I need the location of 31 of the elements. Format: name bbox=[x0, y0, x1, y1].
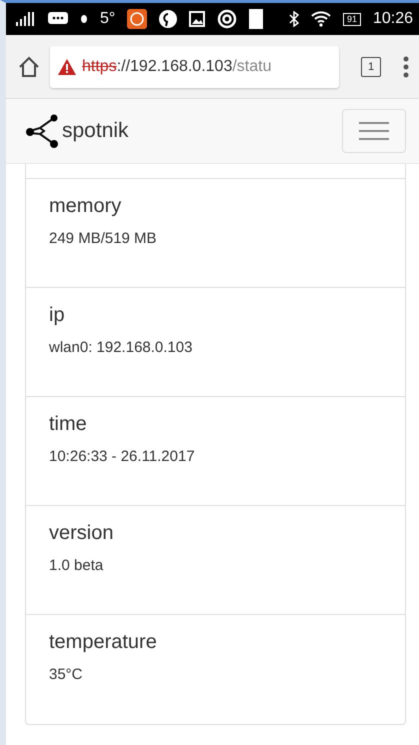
menu-icon bbox=[359, 121, 389, 141]
menu-icon[interactable] bbox=[403, 56, 409, 78]
warning-icon bbox=[58, 58, 76, 74]
status-label: time bbox=[49, 413, 88, 436]
status-value: 249 MB/519 MB bbox=[49, 230, 158, 247]
logo-icon[interactable] bbox=[26, 114, 58, 148]
address-field[interactable]: https://192.168.0.103/statu bbox=[50, 46, 339, 88]
battery-level: 91 bbox=[342, 12, 361, 26]
status-value: 35°C bbox=[49, 666, 84, 683]
menu-toggle-button[interactable] bbox=[342, 109, 406, 153]
clock-time: 10:26 bbox=[372, 10, 413, 28]
tab-count-button[interactable]: 1 bbox=[361, 56, 381, 76]
weather-temperature: 5° bbox=[100, 10, 116, 28]
status-value: 1.0 beta bbox=[49, 557, 104, 574]
app-icon bbox=[127, 9, 148, 29]
status-label: memory bbox=[49, 195, 122, 218]
brand-name[interactable]: spotnik bbox=[62, 119, 129, 143]
status-label: temperature bbox=[49, 631, 158, 654]
wifi-icon bbox=[310, 11, 331, 27]
status-label: ip bbox=[49, 304, 66, 327]
url-text: https://192.168.0.103/statu bbox=[82, 58, 272, 76]
message-icon bbox=[48, 12, 68, 26]
status-value: wlan0: 192.168.0.103 bbox=[49, 339, 194, 356]
image-icon bbox=[189, 11, 206, 27]
signal-icon bbox=[16, 12, 36, 26]
bluetooth-icon bbox=[288, 11, 299, 27]
at-icon bbox=[217, 9, 238, 29]
status-value: 10:26:33 - 26.11.2017 bbox=[49, 448, 196, 465]
home-icon[interactable] bbox=[18, 56, 40, 78]
notification-icon bbox=[249, 9, 264, 29]
status-label: version bbox=[49, 522, 114, 545]
